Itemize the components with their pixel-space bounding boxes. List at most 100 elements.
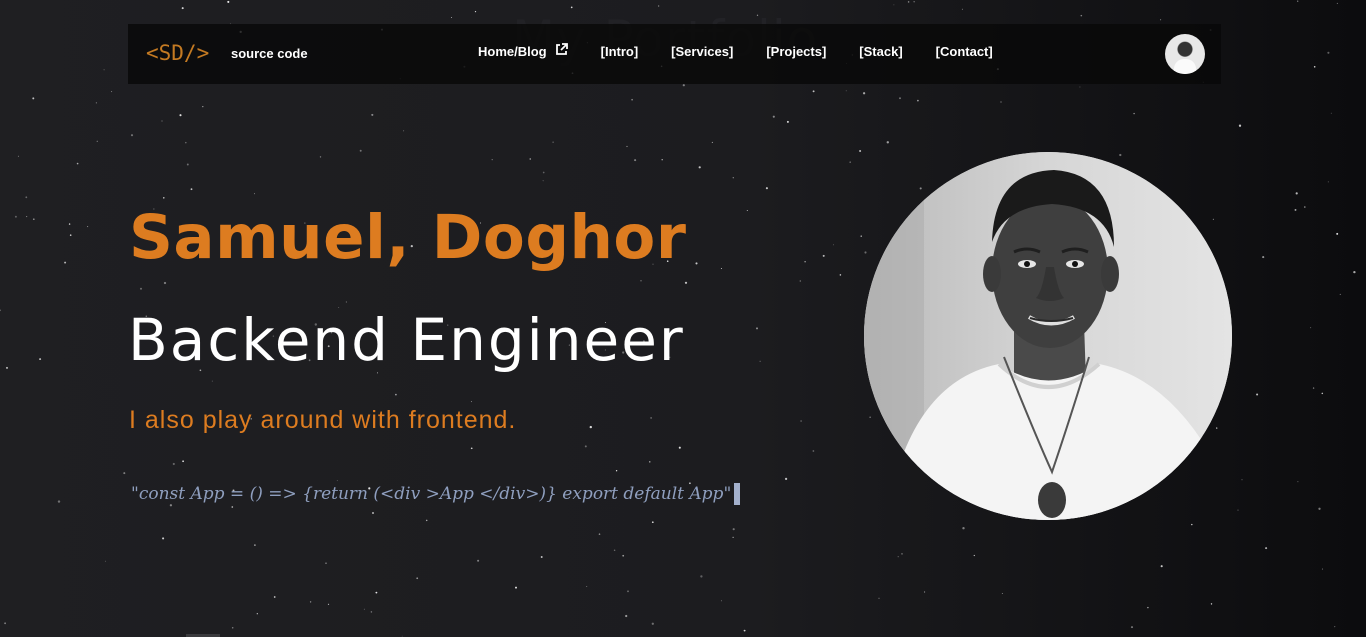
star-dot xyxy=(1330,112,1332,114)
star-dot xyxy=(1294,208,1297,211)
star-dot xyxy=(470,447,473,450)
star-dot xyxy=(181,7,184,10)
hero-tagline: I also play around with frontend. xyxy=(129,406,517,434)
nav-link-services[interactable]: [Services] xyxy=(671,44,733,59)
star-dot xyxy=(784,477,788,481)
star-dot xyxy=(570,6,573,9)
star-dot xyxy=(470,401,472,403)
star-dot xyxy=(5,366,9,369)
star-dot xyxy=(130,134,134,137)
star-dot xyxy=(658,5,660,7)
star-dot xyxy=(139,287,143,290)
star-dot xyxy=(87,226,89,228)
star-dot xyxy=(878,597,880,599)
star-dot xyxy=(822,254,825,257)
star-dot xyxy=(849,161,851,163)
star-dot xyxy=(231,627,234,629)
site-logo[interactable]: <SD/> xyxy=(146,41,209,65)
star-dot xyxy=(897,556,899,558)
star-dot xyxy=(1212,218,1214,220)
star-dot xyxy=(190,188,193,191)
star-dot xyxy=(1297,0,1299,2)
brand-label[interactable]: source code xyxy=(231,46,308,61)
star-dot xyxy=(913,1,915,3)
star-dot xyxy=(403,130,405,132)
star-dot xyxy=(598,533,601,535)
star-dot xyxy=(172,462,175,466)
star-dot xyxy=(962,527,965,530)
star-dot xyxy=(678,446,681,449)
star-dot xyxy=(17,155,19,157)
profile-avatar[interactable] xyxy=(1165,34,1205,74)
star-dot xyxy=(227,0,230,3)
star-dot xyxy=(1001,593,1003,594)
star-dot xyxy=(961,8,963,10)
star-dot xyxy=(720,600,722,602)
nav-link-contact[interactable]: [Contact] xyxy=(936,44,993,59)
star-dot xyxy=(68,223,71,225)
star-dot xyxy=(26,216,28,218)
star-dot xyxy=(650,417,652,419)
star-dot xyxy=(1304,206,1306,208)
star-dot xyxy=(901,553,903,555)
star-dot xyxy=(759,360,761,362)
star-dot xyxy=(186,163,189,166)
star-dot xyxy=(395,393,397,396)
star-dot xyxy=(163,281,167,285)
star-dot xyxy=(123,472,126,475)
star-dot xyxy=(649,461,651,463)
star-dot xyxy=(732,177,734,179)
star-dot xyxy=(627,590,629,593)
star-dot xyxy=(1321,392,1324,395)
star-dot xyxy=(64,261,67,264)
star-dot xyxy=(622,554,625,557)
star-dot xyxy=(1297,481,1299,483)
nav-link-home-blog[interactable]: Home/Blog xyxy=(478,43,568,59)
star-dot xyxy=(25,196,28,199)
star-dot xyxy=(32,218,35,221)
star-dot xyxy=(1241,479,1243,481)
star-dot xyxy=(732,536,734,539)
star-dot xyxy=(1080,14,1083,17)
star-dot xyxy=(327,603,330,605)
nav-link-intro[interactable]: [Intro] xyxy=(601,44,639,59)
star-dot xyxy=(529,158,531,160)
star-dot xyxy=(864,251,867,254)
star-dot xyxy=(231,506,234,508)
star-dot xyxy=(682,84,685,87)
star-dot xyxy=(540,556,543,558)
star-dot xyxy=(76,162,79,165)
star-dot xyxy=(273,596,276,598)
star-dot xyxy=(651,521,654,524)
star-dot xyxy=(746,209,748,212)
star-dot xyxy=(491,159,493,161)
star-dot xyxy=(1160,19,1162,21)
star-dot xyxy=(732,528,735,531)
star-dot xyxy=(1216,427,1218,429)
star-dot xyxy=(812,450,815,452)
star-dot xyxy=(1191,523,1193,526)
star-dot xyxy=(69,234,72,236)
star-dot xyxy=(1313,66,1316,68)
star-dot xyxy=(325,562,327,564)
star-dot xyxy=(319,156,322,158)
hero-role: Backend Engineer xyxy=(128,306,685,374)
hero-portrait xyxy=(864,152,1232,520)
star-dot xyxy=(924,591,926,593)
typing-code-line: "const App = () => {return (<div >App </… xyxy=(131,483,741,505)
star-dot xyxy=(401,635,403,637)
star-dot xyxy=(907,1,910,3)
star-dot xyxy=(336,480,338,482)
star-dot xyxy=(96,140,98,142)
star-dot xyxy=(185,141,187,144)
star-dot xyxy=(1336,232,1339,235)
star-dot xyxy=(14,215,17,218)
star-dot xyxy=(1000,101,1002,103)
star-dot xyxy=(586,585,588,588)
nav-link-stack[interactable]: [Stack] xyxy=(859,44,902,59)
star-dot xyxy=(162,537,165,540)
nav-link-projects[interactable]: [Projects] xyxy=(766,44,826,59)
star-dot xyxy=(1238,124,1242,127)
star-dot xyxy=(163,197,165,199)
star-dot xyxy=(626,145,628,148)
